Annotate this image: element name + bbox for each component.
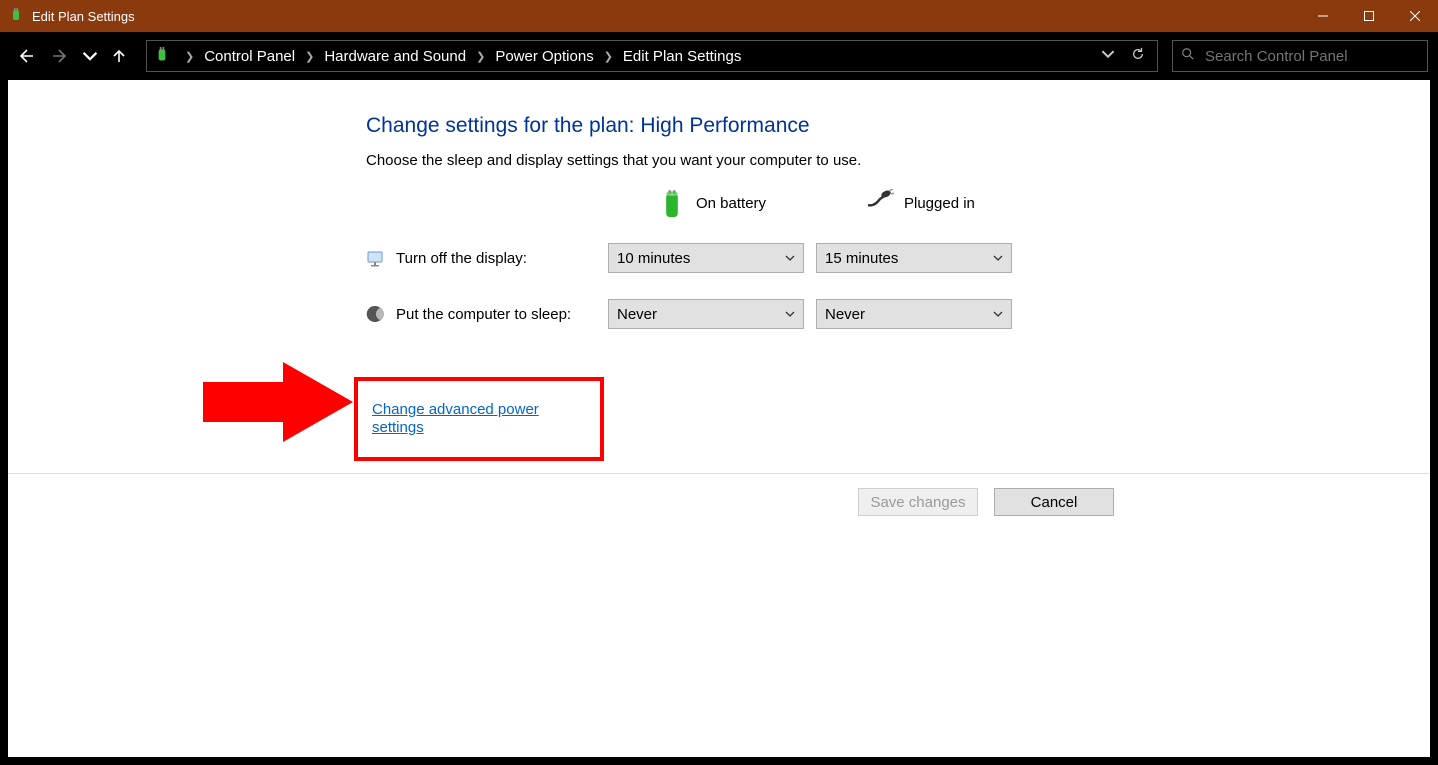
column-header-plugged: Plugged in <box>816 189 1012 217</box>
plug-icon <box>866 189 894 217</box>
titlebar: Edit Plan Settings <box>0 0 1438 32</box>
close-button[interactable] <box>1392 0 1438 32</box>
chevron-down-icon <box>993 250 1003 267</box>
chevron-down-icon <box>785 306 795 323</box>
dropdown-value: Never <box>617 306 657 323</box>
dropdown-value: 15 minutes <box>825 250 898 267</box>
column-header-label: On battery <box>696 195 766 212</box>
chevron-right-icon[interactable]: ❯ <box>179 50 200 63</box>
navbar: ❯ Control Panel ❯ Hardware and Sound ❯ P… <box>0 32 1438 80</box>
change-advanced-power-settings-link[interactable]: Change advanced power settings <box>372 401 539 436</box>
refresh-button[interactable] <box>1125 47 1151 65</box>
sleep-icon <box>366 304 386 324</box>
recent-locations-button[interactable] <box>82 41 98 71</box>
column-header-label: Plugged in <box>904 195 975 212</box>
display-plugged-dropdown[interactable]: 15 minutes <box>816 243 1012 273</box>
address-dropdown-button[interactable] <box>1095 47 1121 65</box>
forward-button[interactable] <box>46 41 76 71</box>
settings-grid: On battery Plugged in Turn off the displ… <box>366 189 1430 329</box>
maximize-button[interactable] <box>1346 0 1392 32</box>
save-changes-button: Save changes <box>858 488 978 516</box>
chevron-right-icon[interactable]: ❯ <box>299 50 320 63</box>
dropdown-value: 10 minutes <box>617 250 690 267</box>
minimize-button[interactable] <box>1300 0 1346 32</box>
window-title: Edit Plan Settings <box>32 9 1300 24</box>
dropdown-value: Never <box>825 306 865 323</box>
sleep-plugged-dropdown[interactable]: Never <box>816 299 1012 329</box>
page-subheading: Choose the sleep and display settings th… <box>366 152 1430 169</box>
display-battery-dropdown[interactable]: 10 minutes <box>608 243 804 273</box>
breadcrumb-item[interactable]: Control Panel <box>204 48 295 65</box>
breadcrumb-item[interactable]: Edit Plan Settings <box>623 48 741 65</box>
breadcrumb-item[interactable]: Hardware and Sound <box>324 48 466 65</box>
row-label-display: Turn off the display: <box>366 248 596 268</box>
row-label-text: Turn off the display: <box>396 250 527 267</box>
up-button[interactable] <box>104 41 134 71</box>
back-button[interactable] <box>10 41 40 71</box>
app-icon <box>8 8 24 24</box>
search-box[interactable] <box>1172 40 1428 72</box>
sleep-battery-dropdown[interactable]: Never <box>608 299 804 329</box>
chevron-down-icon <box>993 306 1003 323</box>
search-icon <box>1181 47 1195 65</box>
button-row: Save changes Cancel <box>8 473 1430 530</box>
content-area: Change settings for the plan: High Perfo… <box>8 80 1430 757</box>
chevron-right-icon[interactable]: ❯ <box>598 50 619 63</box>
row-label-text: Put the computer to sleep: <box>396 306 571 323</box>
breadcrumb-item[interactable]: Power Options <box>495 48 593 65</box>
row-label-sleep: Put the computer to sleep: <box>366 304 596 324</box>
display-icon <box>366 248 386 268</box>
advanced-link-highlight: Change advanced power settings <box>354 377 604 461</box>
address-bar[interactable]: ❯ Control Panel ❯ Hardware and Sound ❯ P… <box>146 40 1158 72</box>
chevron-right-icon[interactable]: ❯ <box>470 50 491 63</box>
search-input[interactable] <box>1205 48 1419 65</box>
cancel-button[interactable]: Cancel <box>994 488 1114 516</box>
page-heading: Change settings for the plan: High Perfo… <box>366 114 1430 138</box>
address-bar-icon <box>153 47 171 65</box>
chevron-down-icon <box>785 250 795 267</box>
window-controls <box>1300 0 1438 32</box>
battery-icon <box>658 189 686 217</box>
column-header-battery: On battery <box>608 189 804 217</box>
